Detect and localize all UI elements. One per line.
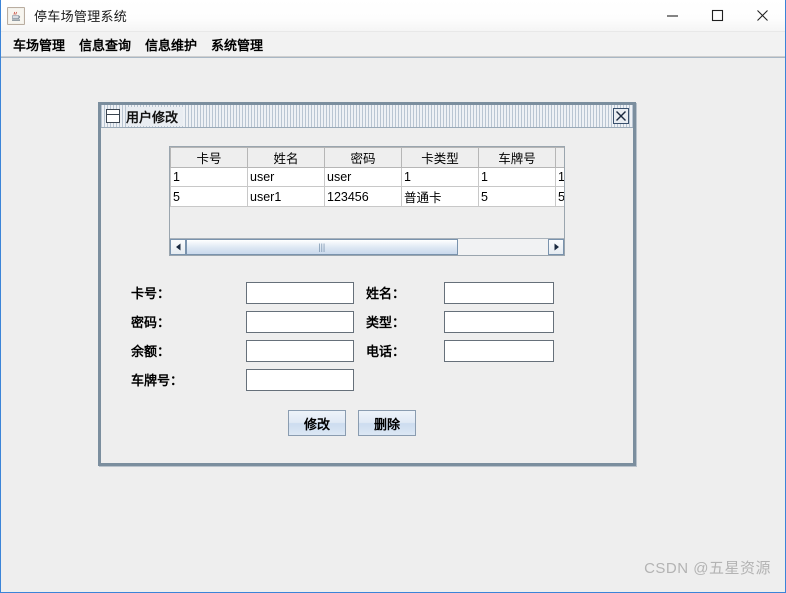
scrollbar-grip-icon: |||: [318, 241, 326, 252]
form-row-password: 密码： 类型：: [101, 307, 633, 336]
menu-item-parking-management[interactable]: 车场管理: [6, 33, 72, 56]
desktop-pane: 用户修改 卡号 姓名 密码 卡类型 车牌号 1 user user 1 1 5 …: [1, 57, 785, 592]
input-type[interactable]: [444, 310, 554, 333]
menu-item-info-query[interactable]: 信息查询: [72, 33, 138, 56]
cell-card-type[interactable]: 普通卡: [401, 186, 479, 207]
window-controls: [650, 0, 785, 31]
column-header-plate-no[interactable]: 车牌号: [478, 147, 556, 168]
java-coffee-cup-icon: [7, 6, 25, 25]
cell-password[interactable]: 123456: [324, 186, 402, 207]
application-window: 停车场管理系统 车场管理 信息查询 信息维护 系统管理 用户修改 卡号 姓名 密…: [0, 0, 786, 593]
cell-extra[interactable]: 556: [555, 186, 564, 207]
title-bar: 停车场管理系统: [1, 0, 785, 32]
scroll-left-arrow-icon[interactable]: [170, 239, 186, 255]
input-plate-no[interactable]: [246, 368, 354, 391]
column-header-card-no[interactable]: 卡号: [170, 147, 248, 168]
menu-bar: 车场管理 信息查询 信息维护 系统管理: [1, 32, 785, 57]
label-plate-no: 车牌号：: [131, 373, 184, 388]
table-row[interactable]: 5 user1 123456 普通卡 5 556: [170, 186, 564, 207]
input-name[interactable]: [444, 281, 554, 304]
table-horizontal-scrollbar[interactable]: |||: [170, 238, 564, 255]
column-header-password[interactable]: 密码: [324, 147, 402, 168]
cell-card-type[interactable]: 1: [401, 167, 479, 187]
cell-name[interactable]: user: [247, 167, 325, 187]
cell-card-no[interactable]: 1: [170, 167, 248, 187]
scrollbar-thumb[interactable]: |||: [186, 239, 458, 255]
scrollbar-track[interactable]: |||: [186, 239, 548, 255]
user-modify-internal-frame: 用户修改 卡号 姓名 密码 卡类型 车牌号 1 user user 1 1 5 …: [98, 102, 636, 466]
dialog-button-row: 修改 删除: [101, 410, 633, 436]
table-viewport: 卡号 姓名 密码 卡类型 车牌号 1 user user 1 1 5 user1…: [170, 147, 564, 239]
label-name: 姓名：: [366, 286, 406, 301]
table-row[interactable]: 1 user user 1 1 123: [170, 167, 564, 187]
internal-frame-titlebar[interactable]: 用户修改: [101, 105, 633, 128]
user-table-scrollpane: 卡号 姓名 密码 卡类型 车牌号 1 user user 1 1 5 user1…: [169, 146, 565, 256]
cell-card-no[interactable]: 5: [170, 186, 248, 207]
watermark: CSDN @五星资源: [644, 560, 771, 577]
form-row-balance: 余额： 电话：: [101, 336, 633, 365]
label-card-no: 卡号：: [131, 286, 171, 301]
label-type: 类型：: [366, 315, 406, 330]
input-phone[interactable]: [444, 339, 554, 362]
modify-button[interactable]: 修改: [288, 410, 346, 436]
column-header-extra[interactable]: [555, 147, 564, 168]
maximize-button[interactable]: [695, 0, 740, 31]
window-icon: [106, 109, 120, 123]
form-row-plate-no: 车牌号：: [101, 365, 633, 394]
input-balance[interactable]: [246, 339, 354, 362]
table-header-row: 卡号 姓名 密码 卡类型 车牌号: [170, 147, 564, 168]
user-form: 卡号： 姓名： 密码： 类型： 余额： 电话： 车牌号： 修改 删除: [101, 278, 633, 436]
internal-frame-body: 卡号 姓名 密码 卡类型 车牌号 1 user user 1 1 5 user1…: [101, 128, 633, 463]
cell-name[interactable]: user1: [247, 186, 325, 207]
scroll-right-arrow-icon[interactable]: [548, 239, 564, 255]
cell-extra[interactable]: 123: [555, 167, 564, 187]
cell-plate-no[interactable]: 5: [478, 186, 556, 207]
internal-frame-title: 用户修改: [126, 106, 184, 126]
close-button[interactable]: [740, 0, 785, 31]
column-header-name[interactable]: 姓名: [247, 147, 325, 168]
form-row-card-no: 卡号： 姓名：: [101, 278, 633, 307]
label-password: 密码：: [131, 315, 171, 330]
table-empty-area: [170, 207, 564, 239]
cell-plate-no[interactable]: 1: [478, 167, 556, 187]
menu-item-info-maintenance[interactable]: 信息维护: [138, 33, 204, 56]
label-phone: 电话：: [366, 344, 406, 359]
minimize-button[interactable]: [650, 0, 695, 31]
input-card-no[interactable]: [246, 281, 354, 304]
internal-frame-close-icon[interactable]: [613, 108, 629, 124]
window-title: 停车场管理系统: [34, 9, 128, 24]
cell-password[interactable]: user: [324, 167, 402, 187]
delete-button[interactable]: 删除: [358, 410, 416, 436]
input-password[interactable]: [246, 310, 354, 333]
column-header-card-type[interactable]: 卡类型: [401, 147, 479, 168]
user-table[interactable]: 卡号 姓名 密码 卡类型 车牌号 1 user user 1 1 5 user1…: [170, 147, 564, 207]
menu-item-system-management[interactable]: 系统管理: [204, 33, 270, 56]
label-balance: 余额：: [131, 344, 171, 359]
